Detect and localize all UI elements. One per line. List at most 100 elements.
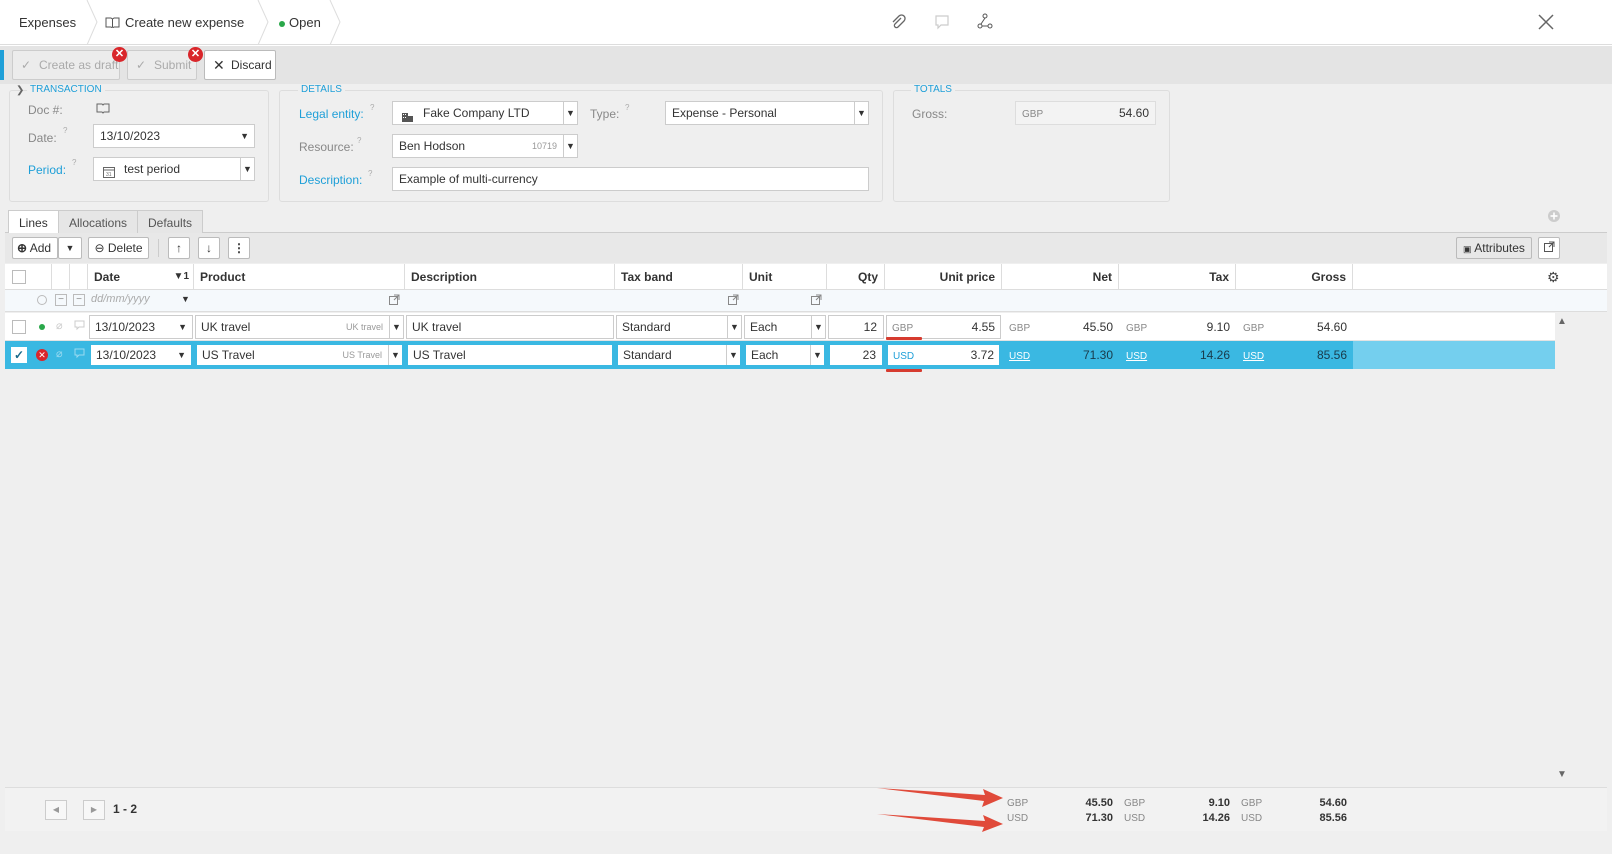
error-icon[interactable]: ✕ xyxy=(36,349,48,361)
prev-page-button[interactable]: ◀ xyxy=(45,800,67,820)
row-checkbox-checked[interactable]: ✓ xyxy=(11,347,27,363)
collapse-icon[interactable]: ❯ xyxy=(16,85,24,96)
attributes-label: Attributes xyxy=(1474,241,1525,255)
delete-button[interactable]: ⊖ Delete xyxy=(88,237,149,259)
date-cell[interactable]: 13/10/2023 ▼ xyxy=(89,315,193,339)
description-cell[interactable]: UK travel xyxy=(406,315,614,339)
breadcrumb-expenses[interactable]: Expenses xyxy=(19,0,76,45)
tax-currency[interactable]: USD xyxy=(1126,351,1147,362)
row-checkbox[interactable] xyxy=(12,320,26,334)
qty-cell[interactable]: 12 xyxy=(828,315,884,339)
header-net[interactable]: Net xyxy=(1002,264,1119,290)
attributes-button[interactable]: ▣ Attributes xyxy=(1456,237,1532,259)
unit-cell[interactable]: Each ▼ xyxy=(744,315,826,339)
paperclip-icon[interactable]: ⌀ xyxy=(56,319,63,332)
help-icon[interactable]: ? xyxy=(63,126,67,135)
more-options-button[interactable]: ⋮ xyxy=(228,237,250,259)
header-gross[interactable]: Gross xyxy=(1236,264,1353,290)
help-icon[interactable]: ? xyxy=(368,169,372,178)
tab-lines[interactable]: Lines xyxy=(8,210,59,234)
dropdown-icon[interactable]: ▼ xyxy=(726,345,740,365)
dropdown-icon[interactable]: ▼ xyxy=(727,316,741,338)
period-field[interactable]: 31 test period ▼ xyxy=(93,157,255,181)
discard-button[interactable]: ✕ Discard xyxy=(204,50,276,80)
header-unit-price[interactable]: Unit price xyxy=(885,264,1002,290)
net-currency[interactable]: USD xyxy=(1009,351,1030,362)
resource-field[interactable]: Ben Hodson 10719 ▼ xyxy=(392,134,578,158)
add-button[interactable]: ⊕ Add xyxy=(12,237,58,259)
dropdown-icon[interactable]: ▼ xyxy=(240,125,249,147)
date-field[interactable]: 13/10/2023 ▼ xyxy=(93,124,255,148)
header-date[interactable]: Date ▼1 xyxy=(88,264,194,290)
gross-currency[interactable]: USD xyxy=(1243,351,1264,362)
tab-defaults[interactable]: Defaults xyxy=(137,210,204,234)
date-filter-placeholder[interactable]: dd/mm/yyyy xyxy=(91,293,150,305)
status-filter-icon[interactable] xyxy=(37,295,47,305)
external-link-icon[interactable] xyxy=(811,294,822,308)
table-row-selected[interactable]: ✓ ✕ ⌀ 13/10/2023 ▼ US Travel US Travel ▼ US… xyxy=(5,341,1555,369)
help-icon[interactable]: ? xyxy=(357,136,361,145)
dropdown-icon[interactable]: ▼ xyxy=(563,135,577,157)
description-field[interactable]: Example of multi-currency xyxy=(392,167,869,191)
gear-icon[interactable]: ⚙ xyxy=(1547,269,1560,286)
description-cell[interactable]: US Travel xyxy=(406,343,614,367)
unit-price-cell[interactable]: USD 3.72 xyxy=(886,343,1001,367)
header-description[interactable]: Description xyxy=(405,264,615,290)
header-tax-band[interactable]: Tax band xyxy=(615,264,743,290)
type-field[interactable]: Expense - Personal ▼ xyxy=(665,101,869,125)
dropdown-icon[interactable]: ▼ xyxy=(177,345,186,365)
dropdown-icon[interactable]: ▼ xyxy=(181,294,190,304)
help-icon[interactable]: ? xyxy=(370,103,374,112)
tax-band-cell[interactable]: Standard ▼ xyxy=(616,343,742,367)
next-page-button[interactable]: ▶ xyxy=(83,800,105,820)
tax-band-cell[interactable]: Standard ▼ xyxy=(616,315,742,339)
header-tax[interactable]: Tax xyxy=(1119,264,1236,290)
dropdown-icon[interactable]: ▼ xyxy=(240,158,254,180)
submit-button[interactable]: ✓ Submit xyxy=(127,50,197,80)
header-qty[interactable]: Qty xyxy=(827,264,885,290)
move-down-button[interactable]: ↓ xyxy=(198,237,220,259)
attach-filter-icon[interactable]: − xyxy=(55,294,67,306)
details-legend: DETAILS xyxy=(298,84,345,95)
unit-cell[interactable]: Each ▼ xyxy=(744,343,826,367)
dropdown-icon[interactable]: ▼ xyxy=(388,345,402,365)
external-link-icon[interactable] xyxy=(728,294,739,308)
help-icon[interactable]: ? xyxy=(625,103,629,112)
breadcrumb-create[interactable]: Create new expense xyxy=(105,0,244,45)
tab-allocations[interactable]: Allocations xyxy=(58,210,139,234)
add-circle-icon[interactable] xyxy=(1547,209,1561,226)
popout-button[interactable] xyxy=(1538,237,1560,259)
dropdown-icon[interactable]: ▼ xyxy=(810,345,824,365)
workflow-icon[interactable] xyxy=(977,13,993,32)
close-icon[interactable] xyxy=(1537,13,1555,34)
move-up-button[interactable]: ↑ xyxy=(168,237,190,259)
scroll-down-icon[interactable]: ▼ xyxy=(1557,769,1567,780)
paperclip-icon[interactable] xyxy=(890,14,906,33)
select-all-checkbox[interactable] xyxy=(12,270,26,284)
product-cell[interactable]: US Travel US Travel ▼ xyxy=(195,343,404,367)
dropdown-icon[interactable]: ▼ xyxy=(811,316,825,338)
dropdown-icon[interactable]: ▼ xyxy=(389,316,403,338)
comment-icon[interactable] xyxy=(74,320,85,334)
external-link-icon[interactable] xyxy=(389,294,400,308)
comment-icon[interactable] xyxy=(934,14,950,33)
comment-filter-icon[interactable]: − xyxy=(73,294,85,306)
sort-desc-icon[interactable]: ▼1 xyxy=(174,264,189,290)
legal-entity-field[interactable]: Fake Company LTD ▼ xyxy=(392,101,578,125)
header-product[interactable]: Product xyxy=(194,264,405,290)
comment-icon[interactable] xyxy=(74,348,85,362)
create-draft-button[interactable]: ✓ Create as draft xyxy=(12,50,120,80)
dropdown-icon[interactable]: ▼ xyxy=(563,102,577,124)
paperclip-icon[interactable]: ⌀ xyxy=(56,347,63,360)
dropdown-icon[interactable]: ▼ xyxy=(178,316,187,338)
help-icon[interactable]: ? xyxy=(72,158,76,167)
scroll-up-icon[interactable]: ▲ xyxy=(1557,316,1567,327)
date-cell[interactable]: 13/10/2023 ▼ xyxy=(89,343,193,367)
product-cell[interactable]: UK travel UK travel ▼ xyxy=(195,315,404,339)
unit-price-cell[interactable]: GBP 4.55 xyxy=(886,315,1001,339)
add-dropdown-button[interactable]: ▼ xyxy=(58,237,82,259)
header-unit[interactable]: Unit xyxy=(743,264,827,290)
table-row[interactable]: ⌀ 13/10/2023 ▼ UK travel UK travel ▼ UK tra… xyxy=(5,313,1555,341)
qty-cell[interactable]: 23 xyxy=(828,343,884,367)
dropdown-icon[interactable]: ▼ xyxy=(854,102,868,124)
